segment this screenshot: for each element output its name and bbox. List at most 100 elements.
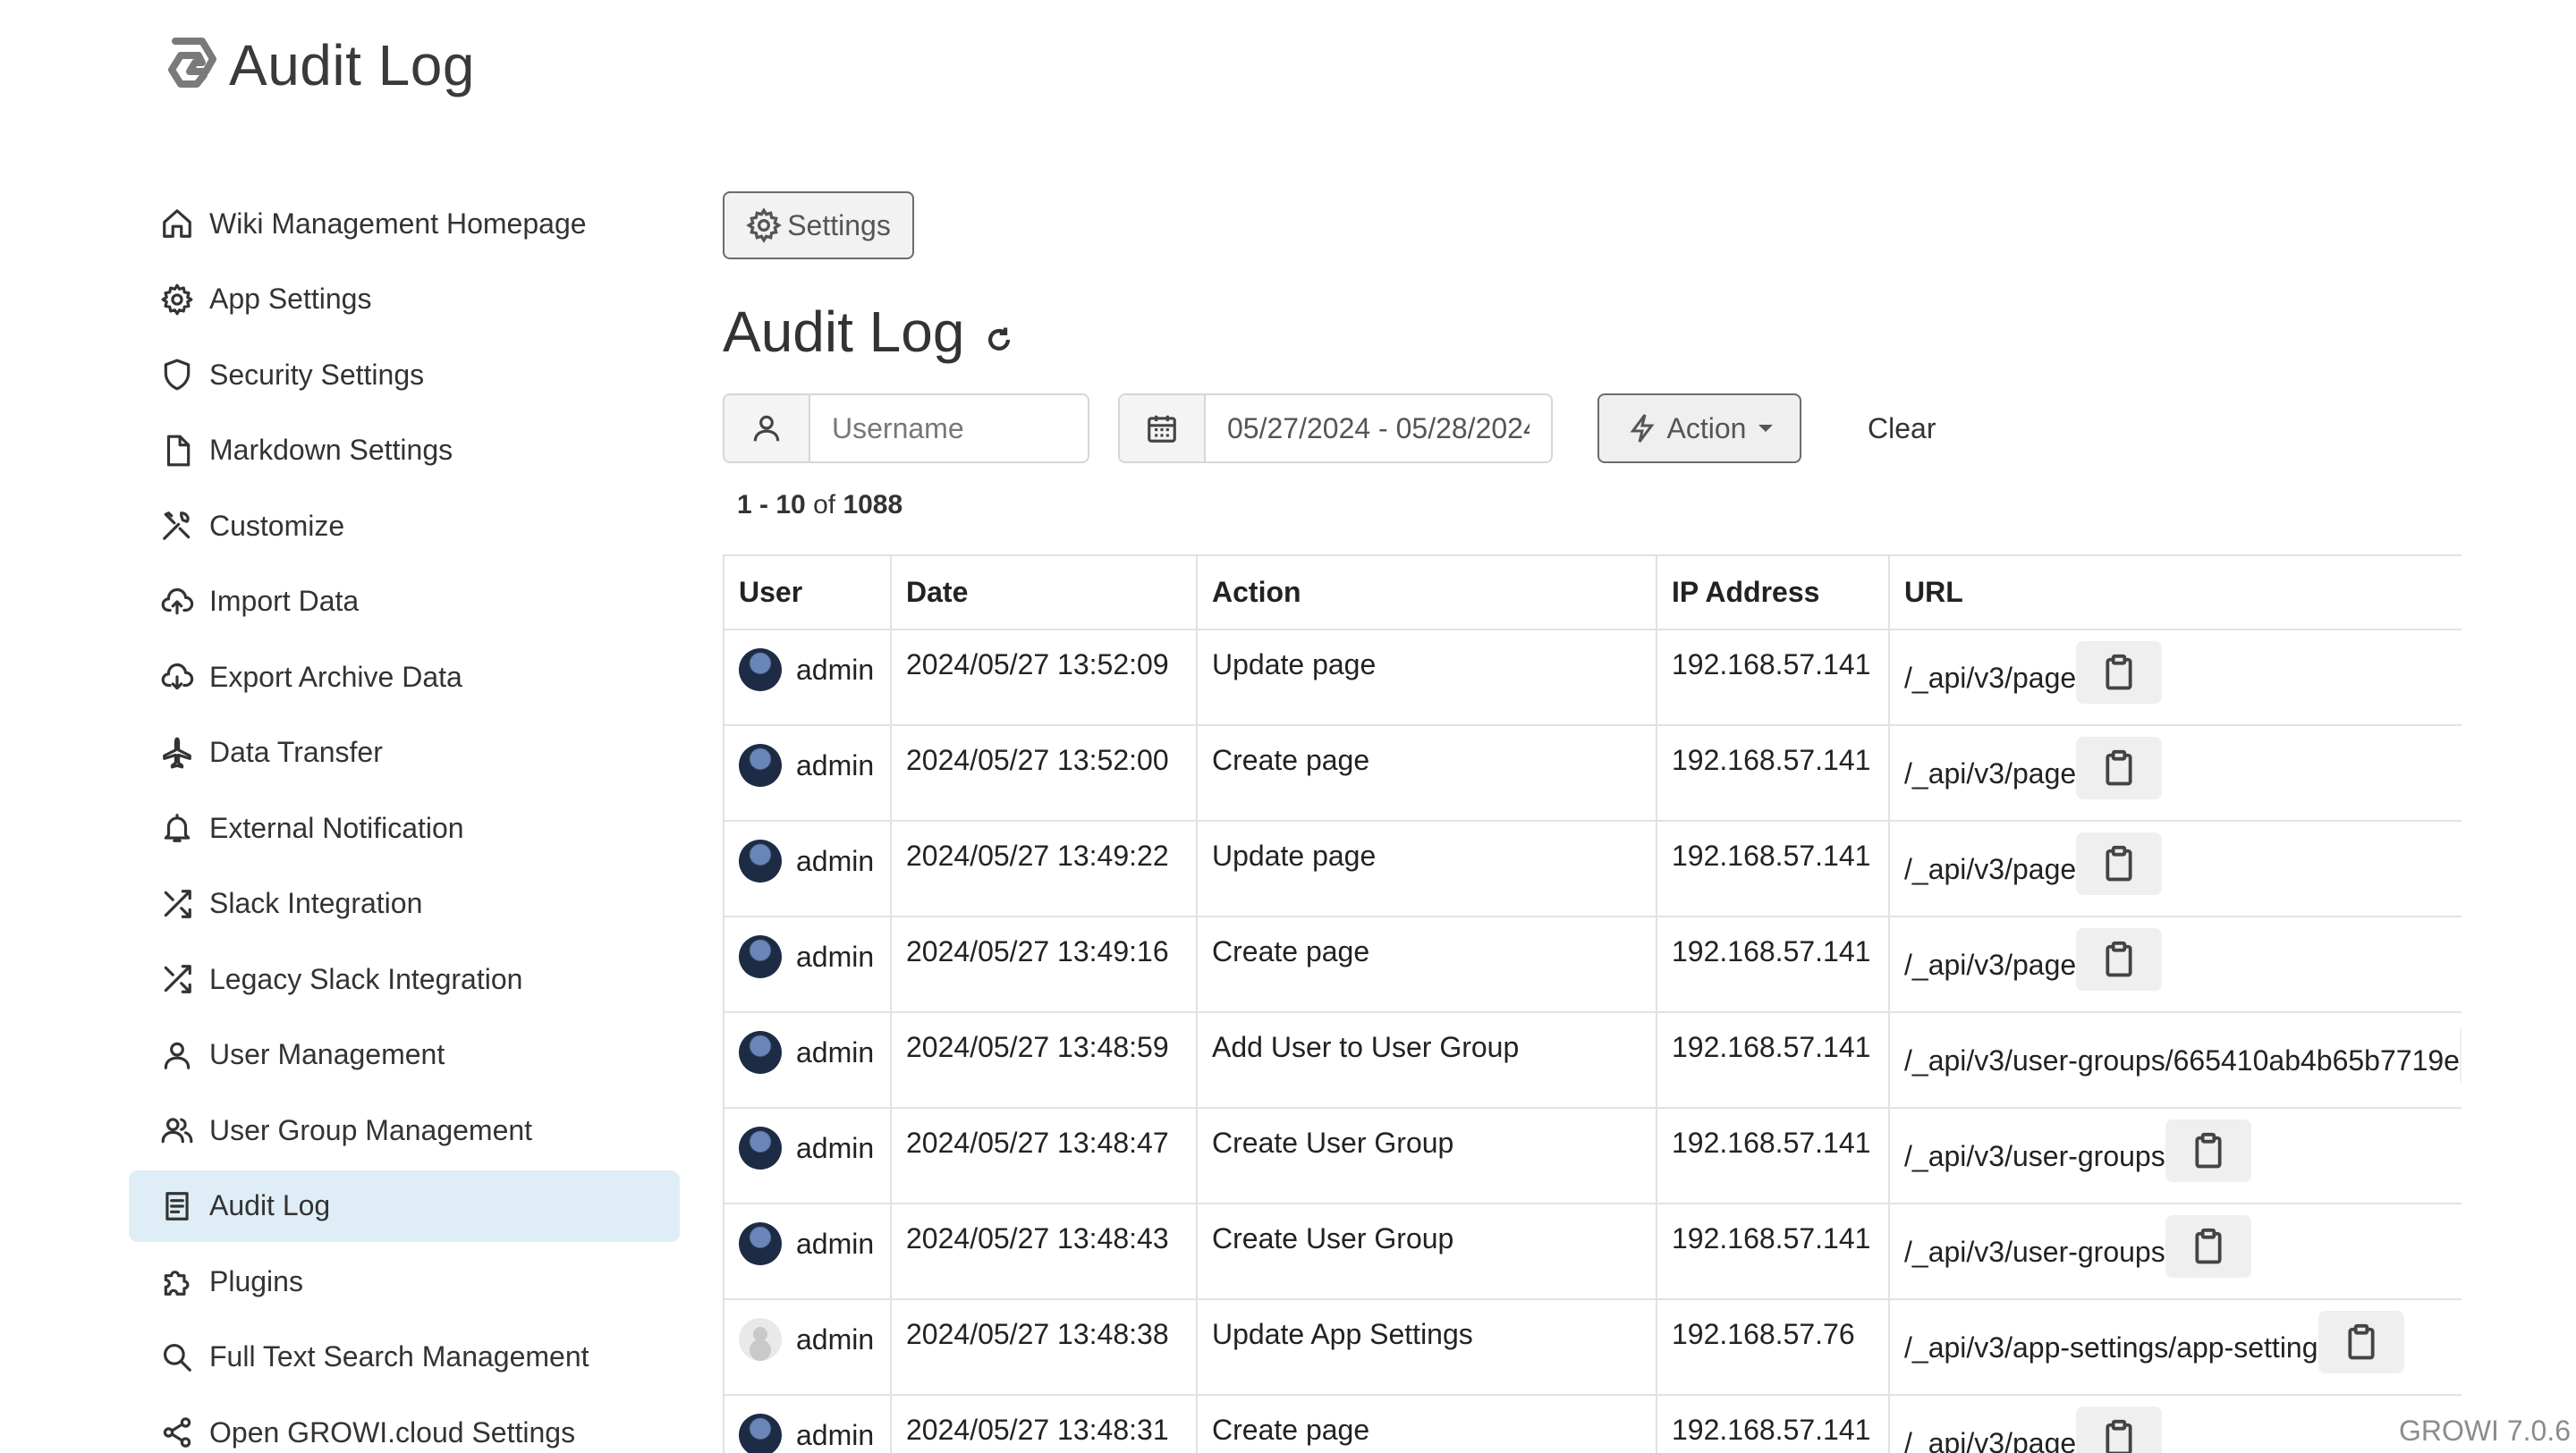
shuffle-icon [159, 961, 195, 997]
action-dropdown-button[interactable]: Action [1597, 393, 1801, 463]
url-text: /_api/v3/page [1904, 1426, 2077, 1453]
cell-url: /_api/v3/page [1889, 725, 2462, 822]
brand: Audit Log [157, 32, 475, 98]
clipboard-icon [2106, 941, 2132, 977]
sidebar-item-label: Data Transfer [209, 736, 383, 768]
sidebar-item-markdown-settings[interactable]: Markdown Settings [129, 415, 680, 486]
table-row: admin 2024/05/27 13:48:47 Create User Grou… [724, 1108, 2462, 1204]
sidebar-item-label: App Settings [209, 283, 372, 315]
sidebar-item-user-group-management[interactable]: User Group Management [129, 1094, 680, 1166]
sidebar-item-label: Plugins [209, 1264, 303, 1297]
cell-action: Update page [1197, 821, 1657, 917]
cell-url: /_api/v3/user-groups [1889, 1204, 2462, 1300]
copy-url-button[interactable] [2165, 1215, 2251, 1278]
action-dropdown-label: Action [1666, 411, 1747, 444]
copy-url-button[interactable] [2076, 737, 2163, 799]
table-row: admin 2024/05/27 13:52:09 Update page 192.1… [724, 629, 2462, 726]
sidebar-item-open-growi-cloud-settings[interactable]: Open GROWI.cloud Settings [129, 1397, 680, 1453]
sidebar-item-user-management[interactable]: User Management [129, 1019, 680, 1091]
table-body: admin 2024/05/27 13:52:09 Update page 192.1… [724, 629, 2462, 1453]
search-icon [159, 1339, 195, 1375]
table-row: admin 2024/05/27 13:48:38 Update App Setti… [724, 1299, 2462, 1396]
copy-url-button[interactable] [2165, 1119, 2251, 1182]
url-text: /_api/v3/page [1904, 661, 2077, 694]
lightning-icon [1630, 414, 1655, 443]
sidebar-item-legacy-slack-integration[interactable]: Legacy Slack Integration [129, 943, 680, 1015]
sidebar-item-label: User Management [209, 1038, 445, 1070]
sidebar-item-export-archive-data[interactable]: Export Archive Data [129, 641, 680, 713]
sidebar-item-security-settings[interactable]: Security Settings [129, 339, 680, 410]
gear-icon [159, 282, 195, 317]
cell-ip-address: 192.168.57.141 [1657, 1012, 1890, 1109]
copy-url-button[interactable] [2076, 832, 2163, 895]
avatar [739, 935, 782, 978]
cell-date: 2024/05/27 13:49:16 [891, 917, 1198, 1013]
url-text: /_api/v3/user-groups [1904, 1235, 2165, 1268]
copy-url-button[interactable] [2076, 928, 2163, 991]
cell-action: Create User Group [1197, 1108, 1657, 1204]
username: admin [796, 1227, 875, 1260]
clear-button[interactable]: Clear [1868, 412, 1936, 445]
copy-url-button[interactable] [2459, 1024, 2462, 1086]
refresh-icon[interactable] [984, 325, 1014, 355]
cell-ip-address: 192.168.57.141 [1657, 1108, 1890, 1204]
user-icon [724, 395, 810, 461]
clipboard-icon [2347, 1323, 2375, 1360]
sidebar-item-customize[interactable]: Customize [129, 490, 680, 562]
sidebar-item-external-notification[interactable]: External Notification [129, 792, 680, 864]
sidebar-item-app-settings[interactable]: App Settings [129, 264, 680, 335]
sidebar-item-label: Export Archive Data [209, 660, 462, 693]
sidebar-item-slack-integration[interactable]: Slack Integration [129, 868, 680, 940]
date-range-filter [1118, 393, 1553, 463]
copy-url-button[interactable] [2076, 641, 2163, 704]
sidebar-item-import-data[interactable]: Import Data [129, 566, 680, 638]
bell-icon [159, 810, 195, 846]
copy-url-button[interactable] [2318, 1311, 2404, 1373]
sidebar-item-label: Customize [209, 509, 345, 542]
sidebar-item-label: Slack Integration [209, 887, 423, 919]
cell-date: 2024/05/27 13:48:59 [891, 1012, 1198, 1109]
username: admin [796, 940, 875, 973]
sidebar-item-wiki-management-homepage[interactable]: Wiki Management Homepage [129, 188, 680, 259]
cell-user: admin [724, 1108, 892, 1204]
sidebar-item-data-transfer[interactable]: Data Transfer [129, 717, 680, 789]
column-header-url: URL [1889, 556, 2462, 630]
username: admin [796, 1418, 875, 1451]
username-input[interactable] [810, 395, 1088, 461]
username: admin [796, 748, 875, 781]
clipboard-icon [2106, 654, 2132, 690]
cell-url: /_api/v3/page [1889, 1395, 2462, 1453]
sidebar-item-label: Full Text Search Management [209, 1340, 589, 1373]
date-range-input[interactable] [1206, 395, 1551, 461]
table-row: admin 2024/05/27 13:48:59 Add User to User… [724, 1012, 2462, 1109]
cell-ip-address: 192.168.57.141 [1657, 917, 1890, 1013]
settings-button[interactable]: Settings [723, 191, 914, 259]
avatar [739, 1127, 782, 1170]
clipboard-icon [2195, 1132, 2222, 1169]
sidebar-item-full-text-search-management[interactable]: Full Text Search Management [129, 1322, 680, 1393]
table-row: admin 2024/05/27 13:52:00 Create page 192.1… [724, 725, 2462, 822]
sidebar-item-plugins[interactable]: Plugins [129, 1246, 680, 1317]
avatar [739, 1031, 782, 1074]
cell-action: Add User to User Group [1197, 1012, 1657, 1109]
url-text: /_api/v3/page [1904, 948, 2077, 981]
main-content: Settings Audit Log Action Clear 1 - 10 o… [723, 191, 2512, 1453]
calendar-icon[interactable] [1120, 395, 1206, 461]
avatar [739, 840, 782, 883]
file-icon [159, 433, 195, 469]
table-row: admin 2024/05/27 13:48:43 Create User Grou… [724, 1204, 2462, 1300]
username: admin [796, 1322, 875, 1356]
username: admin [796, 844, 875, 877]
cell-user: admin [724, 725, 892, 822]
sidebar-item-audit-log[interactable]: Audit Log [129, 1170, 680, 1242]
copy-url-button[interactable] [2076, 1407, 2163, 1453]
gear-icon [746, 207, 783, 243]
cell-user: admin [724, 629, 892, 726]
column-header-ip-address: IP Address [1657, 556, 1890, 630]
share-icon [159, 1415, 195, 1450]
audit-log-table-container: User Date Action IP Address URL admin 202… [723, 554, 2462, 1453]
sidebar-item-label: Import Data [209, 585, 360, 617]
sidebar-item-label: Security Settings [209, 358, 425, 391]
filter-bar: Action Clear [723, 393, 2512, 463]
result-of: of [813, 490, 836, 520]
